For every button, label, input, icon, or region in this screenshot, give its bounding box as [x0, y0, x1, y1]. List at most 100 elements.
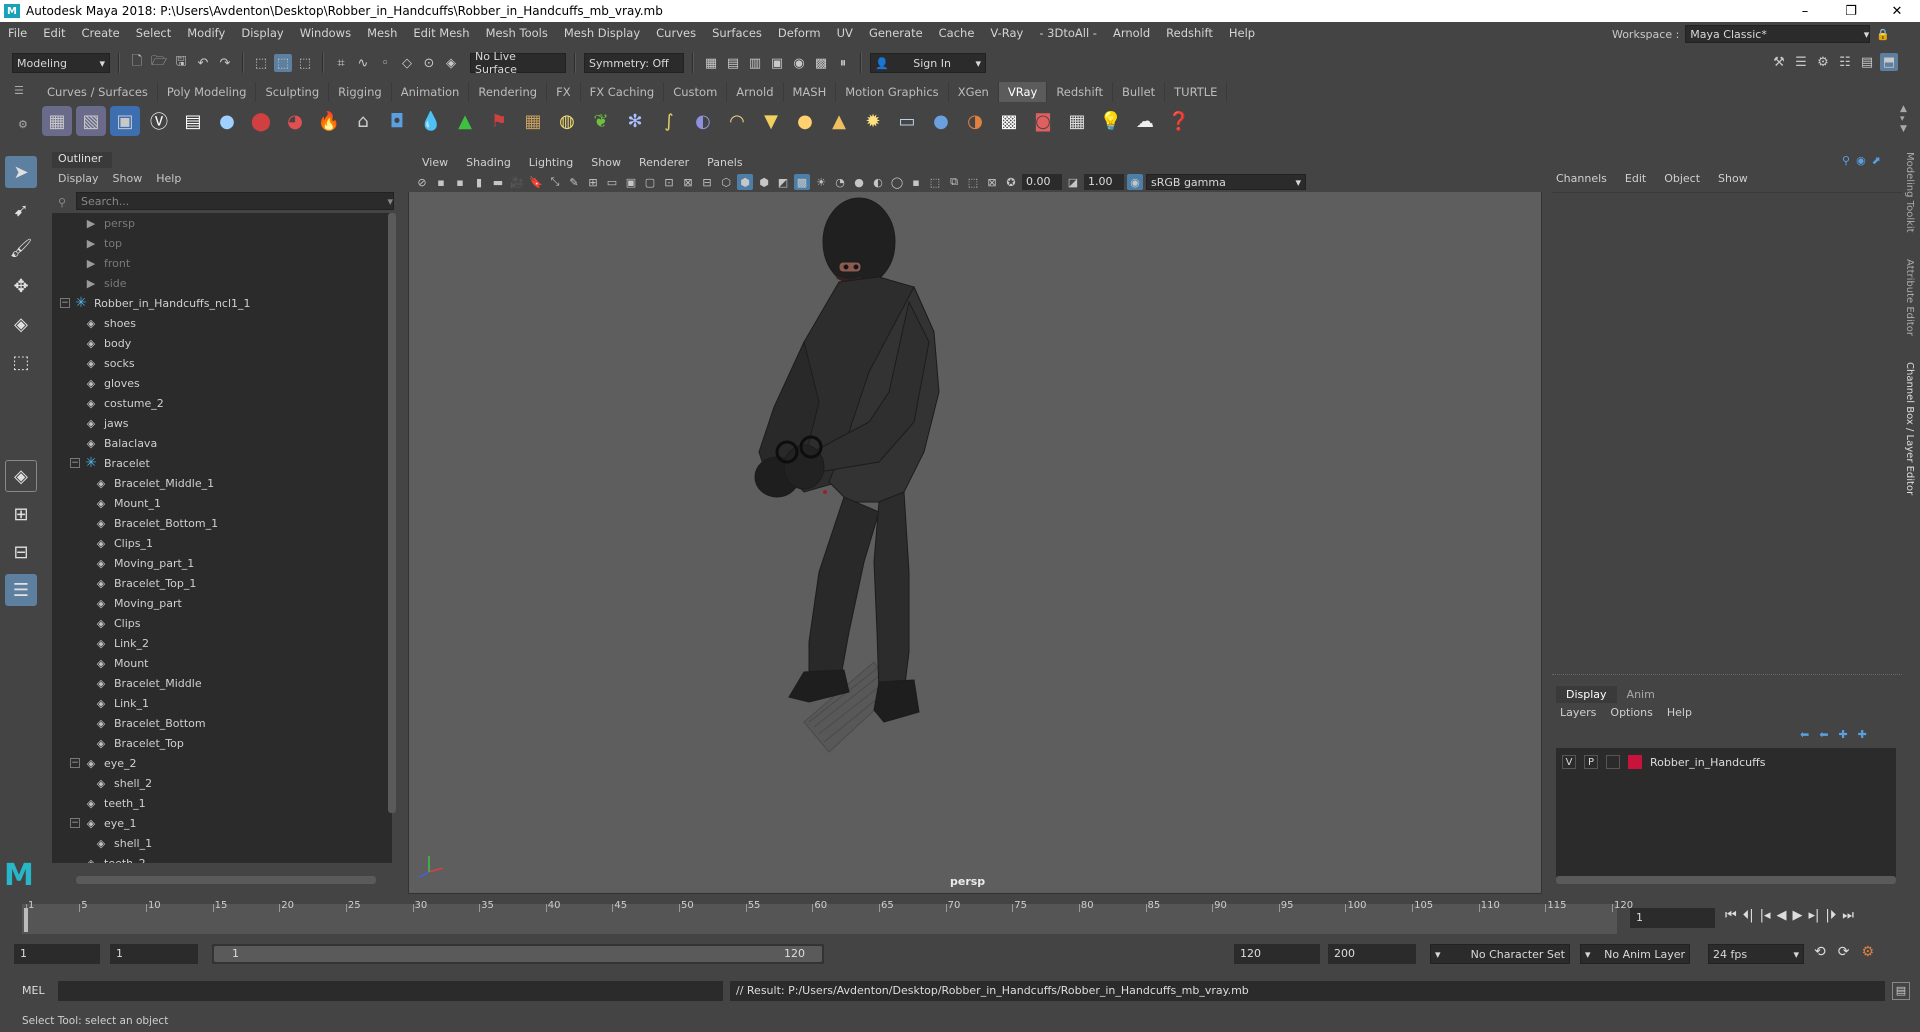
collapse-toggle[interactable]: −	[70, 758, 80, 768]
outliner-menu-show[interactable]: Show	[113, 172, 143, 185]
vray-cloud-icon[interactable]: ☁	[1130, 106, 1160, 136]
film-gate-icon[interactable]: ▭	[604, 174, 620, 190]
layer-row[interactable]: V P Robber_in_Handcuffs	[1556, 752, 1896, 772]
textured-icon[interactable]: ◩	[775, 174, 791, 190]
attribute-editor-icon[interactable]: ☰	[1792, 53, 1810, 71]
channel-box-float-icon[interactable]: ◉	[1856, 154, 1866, 167]
menu-mesh[interactable]: Mesh	[359, 26, 405, 40]
menu-curves[interactable]: Curves	[648, 26, 704, 40]
outliner-item-jaws[interactable]: ◈ jaws	[52, 413, 392, 433]
xray-joints-icon[interactable]: ⬚	[965, 174, 981, 190]
snap-live-icon[interactable]: ⊙	[420, 54, 438, 72]
vray-frame-buffer-icon[interactable]: ▧	[76, 106, 106, 136]
shelf-tab-arnold[interactable]: Arnold	[727, 82, 784, 102]
new-scene-icon[interactable]: 🗋	[128, 54, 146, 72]
resolution-gate-icon[interactable]: ▣	[623, 174, 639, 190]
vray-camera-icon[interactable]: ◙	[1028, 106, 1058, 136]
help-icon[interactable]: ❓	[1164, 106, 1194, 136]
shelf-tab-custom[interactable]: Custom	[664, 82, 728, 102]
menu-mesh-display[interactable]: Mesh Display	[556, 26, 648, 40]
vray-render-settings-icon[interactable]: ▦	[42, 106, 72, 136]
menu-mesh-tools[interactable]: Mesh Tools	[478, 26, 556, 40]
outliner-item-side[interactable]: ▶ side	[52, 273, 392, 293]
select-tool-icon[interactable]: ➤	[5, 156, 37, 188]
gamma-field[interactable]: 1.00	[1084, 174, 1124, 190]
bookmark-icon[interactable]: 🔖	[528, 174, 544, 190]
viewport-menu-panels[interactable]: Panels	[701, 156, 748, 169]
search-options-icon[interactable]: ⚲	[58, 196, 66, 209]
render-view-icon[interactable]: ▩	[812, 54, 830, 72]
depth-of-field-icon[interactable]: ◯	[889, 174, 905, 190]
gamma-icon[interactable]: ◪	[1065, 174, 1081, 190]
shelf-tab-bullet[interactable]: Bullet	[1113, 82, 1166, 102]
viewport-menu-shading[interactable]: Shading	[460, 156, 517, 169]
grid-icon[interactable]: ⊞	[585, 174, 601, 190]
vray-rect-light-icon[interactable]: ◠	[722, 106, 752, 136]
viewport-menu-show[interactable]: Show	[585, 156, 627, 169]
lock-icon[interactable]: 🔒	[1876, 28, 1890, 41]
shelf-tab-animation[interactable]: Animation	[392, 82, 470, 102]
vray-fur-icon[interactable]: 💧	[416, 106, 446, 136]
sign-in-button[interactable]: 👤 Sign In ▾	[870, 53, 986, 73]
loop-icon[interactable]: ⟲	[1814, 944, 1826, 960]
snap-view-plane-icon[interactable]: ◇	[398, 54, 416, 72]
vray-particles-icon[interactable]: ✻	[620, 106, 650, 136]
outliner-item-shell-1[interactable]: ◈ shell_1	[52, 833, 392, 853]
outliner-item-bracelet[interactable]: − ✳ Bracelet	[52, 453, 392, 473]
gate-mask-icon[interactable]: ▢	[642, 174, 658, 190]
lasso-tool-icon[interactable]: ➹	[5, 194, 37, 226]
layer-color-swatch[interactable]	[1628, 755, 1642, 769]
outliner-item-mount-1[interactable]: ◈ Mount_1	[52, 493, 392, 513]
menu-cache[interactable]: Cache	[931, 26, 983, 40]
channel-box-icon[interactable]: ☷	[1836, 53, 1854, 71]
vray-sphere-light-icon[interactable]: ●	[790, 106, 820, 136]
menu-uv[interactable]: UV	[829, 26, 861, 40]
channel-box-pin-icon[interactable]: ⚲	[1842, 154, 1850, 167]
layer-menu-help[interactable]: Help	[1667, 706, 1692, 719]
animation-start-field[interactable]: 1	[14, 944, 100, 964]
outliner-item-bracelet-middle-1[interactable]: ◈ Bracelet_Middle_1	[52, 473, 392, 493]
outliner-item-bracelet-bottom[interactable]: ◈ Bracelet_Bottom	[52, 713, 392, 733]
outliner-item-eye-2[interactable]: − ◈ eye_2	[52, 753, 392, 773]
vray-material-icon[interactable]: ●	[212, 106, 242, 136]
shelf-tab-fx-caching[interactable]: FX Caching	[581, 82, 665, 102]
outliner-item-eye-1[interactable]: − ◈ eye_1	[52, 813, 392, 833]
new-layer-icon[interactable]: ✚	[1858, 728, 1867, 741]
channel-box-menu-channels[interactable]: Channels	[1556, 172, 1607, 185]
scale-tool-icon[interactable]: ⬚	[5, 346, 37, 378]
step-back-frame-icon[interactable]: ⏴|	[1743, 908, 1754, 923]
camera-attributes-icon[interactable]: ▪	[433, 174, 449, 190]
field-chart-icon[interactable]: ⊡	[661, 174, 677, 190]
channel-box-area[interactable]	[1552, 192, 1902, 672]
render-settings-icon[interactable]: ▣	[768, 54, 786, 72]
outliner-item-shoes[interactable]: ◈ shoes	[52, 313, 392, 333]
shadows-icon[interactable]: ☀	[813, 174, 829, 190]
outliner-item-mount[interactable]: ◈ Mount	[52, 653, 392, 673]
current-frame-field[interactable]: 1	[1630, 908, 1715, 928]
collapse-toggle[interactable]: −	[70, 458, 80, 468]
outliner-item-moving-part-1[interactable]: ◈ Moving_part_1	[52, 553, 392, 573]
exposure-icon[interactable]: ✪	[1003, 174, 1019, 190]
safe-title-icon[interactable]: ⊟	[699, 174, 715, 190]
shelf-tab-turtle[interactable]: TURTLE	[1165, 82, 1228, 102]
four-view-layout-icon[interactable]: ⊞	[5, 498, 37, 530]
redo-icon[interactable]: ↷	[216, 54, 234, 72]
menu-file[interactable]: File	[0, 26, 35, 40]
menu-deform[interactable]: Deform	[770, 26, 829, 40]
layer-display-type-toggle[interactable]	[1606, 755, 1620, 769]
live-surface-field[interactable]: No Live Surface	[470, 50, 566, 76]
menu-windows[interactable]: Windows	[292, 26, 359, 40]
shelf-tab-xgen[interactable]: XGen	[949, 82, 999, 102]
hypershade-icon[interactable]: ◉	[790, 54, 808, 72]
shelf-tab-curves-surfaces[interactable]: Curves / Surfaces	[38, 82, 158, 102]
layer-menu-layers[interactable]: Layers	[1560, 706, 1596, 719]
vray-plane-icon[interactable]: ▲	[450, 106, 480, 136]
vray-light-lister-icon[interactable]: 💡	[1096, 106, 1126, 136]
step-forward-key-icon[interactable]: ▸|	[1809, 908, 1820, 923]
camera-icon[interactable]: 🎥	[509, 174, 525, 190]
channel-box-menu-object[interactable]: Object	[1664, 172, 1700, 185]
select-object-icon[interactable]: ⬚	[274, 54, 292, 72]
outliner-item-clips[interactable]: ◈ Clips	[52, 613, 392, 633]
step-forward-frame-icon[interactable]: |⏵	[1825, 908, 1836, 923]
menu-help[interactable]: Help	[1221, 26, 1263, 40]
